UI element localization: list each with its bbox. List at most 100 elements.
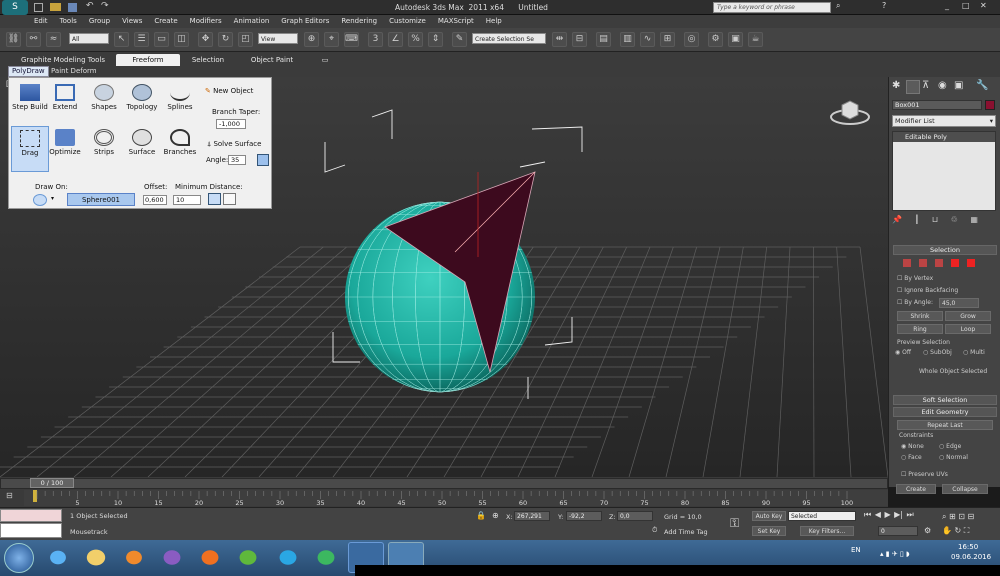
keyboard-shortcut-icon[interactable]: ⌨: [344, 32, 359, 47]
window-crossing-icon[interactable]: ◫: [174, 32, 189, 47]
add-time-tag-button[interactable]: Add Time Tag: [664, 528, 708, 536]
solve-surface-button[interactable]: ⍋ Solve Surface: [207, 140, 261, 149]
menu-item-graph-editors[interactable]: Graph Editors: [275, 15, 335, 28]
preview-off-radio[interactable]: ◉ Off: [895, 349, 911, 356]
rect-selection-icon[interactable]: ▭: [154, 32, 169, 47]
draw-on-dropdown-arrow[interactable]: ▾: [51, 195, 54, 202]
display-tab-icon[interactable]: ▣: [954, 80, 963, 91]
offset-spinner[interactable]: 0,600: [143, 195, 167, 205]
time-config-icon[interactable]: ⚙: [924, 526, 931, 535]
edit-named-selection-icon[interactable]: ✎: [452, 32, 467, 47]
object-color-swatch[interactable]: [985, 100, 995, 110]
constraint-edge-radio[interactable]: ○ Edge: [939, 443, 961, 450]
create-tab-icon[interactable]: ✱: [892, 80, 900, 91]
skype-icon[interactable]: [270, 542, 306, 573]
curve-editor-icon[interactable]: ∿: [640, 32, 655, 47]
edit-geometry-rollout-header[interactable]: Edit Geometry: [893, 407, 997, 417]
tool-step-build[interactable]: Step Build: [11, 84, 49, 111]
min-distance-line-icon[interactable]: [223, 193, 236, 205]
angle-spinner[interactable]: 35: [228, 155, 246, 165]
named-selection-dropdown[interactable]: Create Selection Se: [472, 33, 546, 44]
preview-subobj-radio[interactable]: ○ SubObj: [923, 349, 952, 356]
playback-controls[interactable]: ⏮ ◀ ▶ ▶| ⏭: [864, 510, 914, 520]
mail-agent-icon[interactable]: [308, 542, 344, 573]
mirror-icon[interactable]: ⇹: [552, 32, 567, 47]
clock-date[interactable]: 09.06.2016: [951, 553, 991, 561]
create-button-visible[interactable]: Create: [896, 484, 936, 494]
undo-icon[interactable]: ↶: [86, 1, 94, 11]
y-coordinate-field[interactable]: -92,2: [566, 511, 602, 521]
ignore-backfacing-checkbox[interactable]: ☐ Ignore Backfacing: [897, 287, 958, 294]
subobject-icons[interactable]: [903, 259, 993, 269]
viber-icon[interactable]: [154, 542, 190, 573]
layer-manager-icon[interactable]: ▤: [596, 32, 611, 47]
by-angle-spinner[interactable]: 45,0: [939, 298, 979, 308]
select-object-icon[interactable]: ↖: [114, 32, 129, 47]
graphite-toggle-icon[interactable]: ▥: [620, 32, 635, 47]
select-manipulate-icon[interactable]: ⌖: [324, 32, 339, 47]
constraint-none-radio[interactable]: ◉ None: [901, 443, 924, 450]
set-key-mode-icon[interactable]: ⚿: [730, 516, 739, 531]
auto-key-button[interactable]: Auto Key: [752, 511, 786, 521]
ring-button[interactable]: Ring: [897, 324, 943, 334]
menu-item-edit[interactable]: Edit: [28, 15, 54, 28]
tool-strips[interactable]: Strips: [85, 129, 123, 156]
move-icon[interactable]: ✥: [198, 32, 213, 47]
draw-on-pick-icon[interactable]: [33, 194, 47, 206]
quick-access-open-icon[interactable]: [50, 3, 61, 11]
solve-toggle-icon[interactable]: [257, 154, 269, 166]
draw-on-target-field[interactable]: Sphere001: [67, 193, 135, 206]
clock-time[interactable]: 16:50: [958, 543, 978, 551]
min-distance-toggle-icon[interactable]: [208, 193, 221, 205]
tool-optimize[interactable]: Optimize: [46, 129, 84, 156]
tool-surface[interactable]: Surface: [123, 129, 161, 156]
menu-item-rendering[interactable]: Rendering: [335, 15, 383, 28]
maximize-icon[interactable]: □: [962, 1, 970, 10]
ie-icon[interactable]: [40, 542, 76, 573]
menu-item-create[interactable]: Create: [148, 15, 183, 28]
current-frame-field[interactable]: 0: [878, 526, 918, 536]
min-distance-spinner[interactable]: 10: [173, 195, 201, 205]
subtab-polydraw[interactable]: PolyDraw: [8, 66, 49, 77]
hierarchy-tab-icon[interactable]: ⊼: [922, 80, 929, 91]
tool-extend[interactable]: Extend: [46, 84, 84, 111]
redo-icon[interactable]: ↷: [101, 1, 109, 11]
grow-button[interactable]: Grow: [945, 311, 991, 321]
tab-selection[interactable]: Selection: [182, 54, 234, 66]
tool-topology[interactable]: Topology: [123, 84, 161, 111]
tray-icons[interactable]: ▴ ▮ ✈ ▯ ◗: [880, 550, 950, 560]
absolute-mode-icon[interactable]: ⊕: [492, 511, 499, 520]
rendered-frame-icon[interactable]: ▣: [728, 32, 743, 47]
ribbon-options-icon[interactable]: ▭: [318, 54, 332, 66]
schematic-view-icon[interactable]: ⊞: [660, 32, 675, 47]
new-object-button[interactable]: ✎ New Object: [205, 87, 253, 95]
spinner-snap-icon[interactable]: ⇕: [428, 32, 443, 47]
z-coordinate-field[interactable]: 0,0: [617, 511, 653, 521]
tool-branches[interactable]: Branches: [161, 129, 199, 156]
utilities-tab-icon[interactable]: 🔧: [976, 80, 988, 91]
constraint-face-radio[interactable]: ○ Face: [901, 454, 922, 461]
menu-item-customize[interactable]: Customize: [383, 15, 432, 28]
utorrent-icon[interactable]: [230, 542, 266, 573]
preserve-uvs-checkbox[interactable]: ☐ Preserve UVs: [901, 471, 948, 478]
menu-item-help[interactable]: Help: [480, 15, 508, 28]
unlink-icon[interactable]: ⚯: [26, 32, 41, 47]
bind-space-warp-icon[interactable]: ≈: [46, 32, 61, 47]
selection-filter-dropdown[interactable]: All: [69, 33, 109, 44]
object-name-field[interactable]: Box001: [892, 100, 982, 110]
selection-rollout-header[interactable]: Selection: [893, 245, 997, 255]
menu-item-group[interactable]: Group: [83, 15, 116, 28]
firefox-icon[interactable]: [192, 542, 228, 573]
pivot-center-icon[interactable]: ⊕: [304, 32, 319, 47]
quick-access-new-icon[interactable]: [34, 3, 43, 12]
reference-coord-dropdown[interactable]: View: [258, 33, 298, 44]
viewport-nav-icons[interactable]: ⌕ ⊞ ⊡ ⊟ ✋ ↻ ⛶: [942, 510, 1000, 538]
time-tag-icon[interactable]: ⏱: [652, 526, 657, 535]
tool-splines[interactable]: Splines: [161, 84, 199, 111]
help-icon[interactable]: ?: [882, 1, 886, 10]
branch-taper-spinner[interactable]: -1,000: [216, 119, 246, 129]
tool-drag[interactable]: Drag: [11, 126, 49, 172]
motion-tab-icon[interactable]: ◉: [938, 80, 947, 91]
tab-object-paint[interactable]: Object Paint: [238, 54, 306, 66]
repeat-last-button[interactable]: Repeat Last: [897, 420, 993, 430]
